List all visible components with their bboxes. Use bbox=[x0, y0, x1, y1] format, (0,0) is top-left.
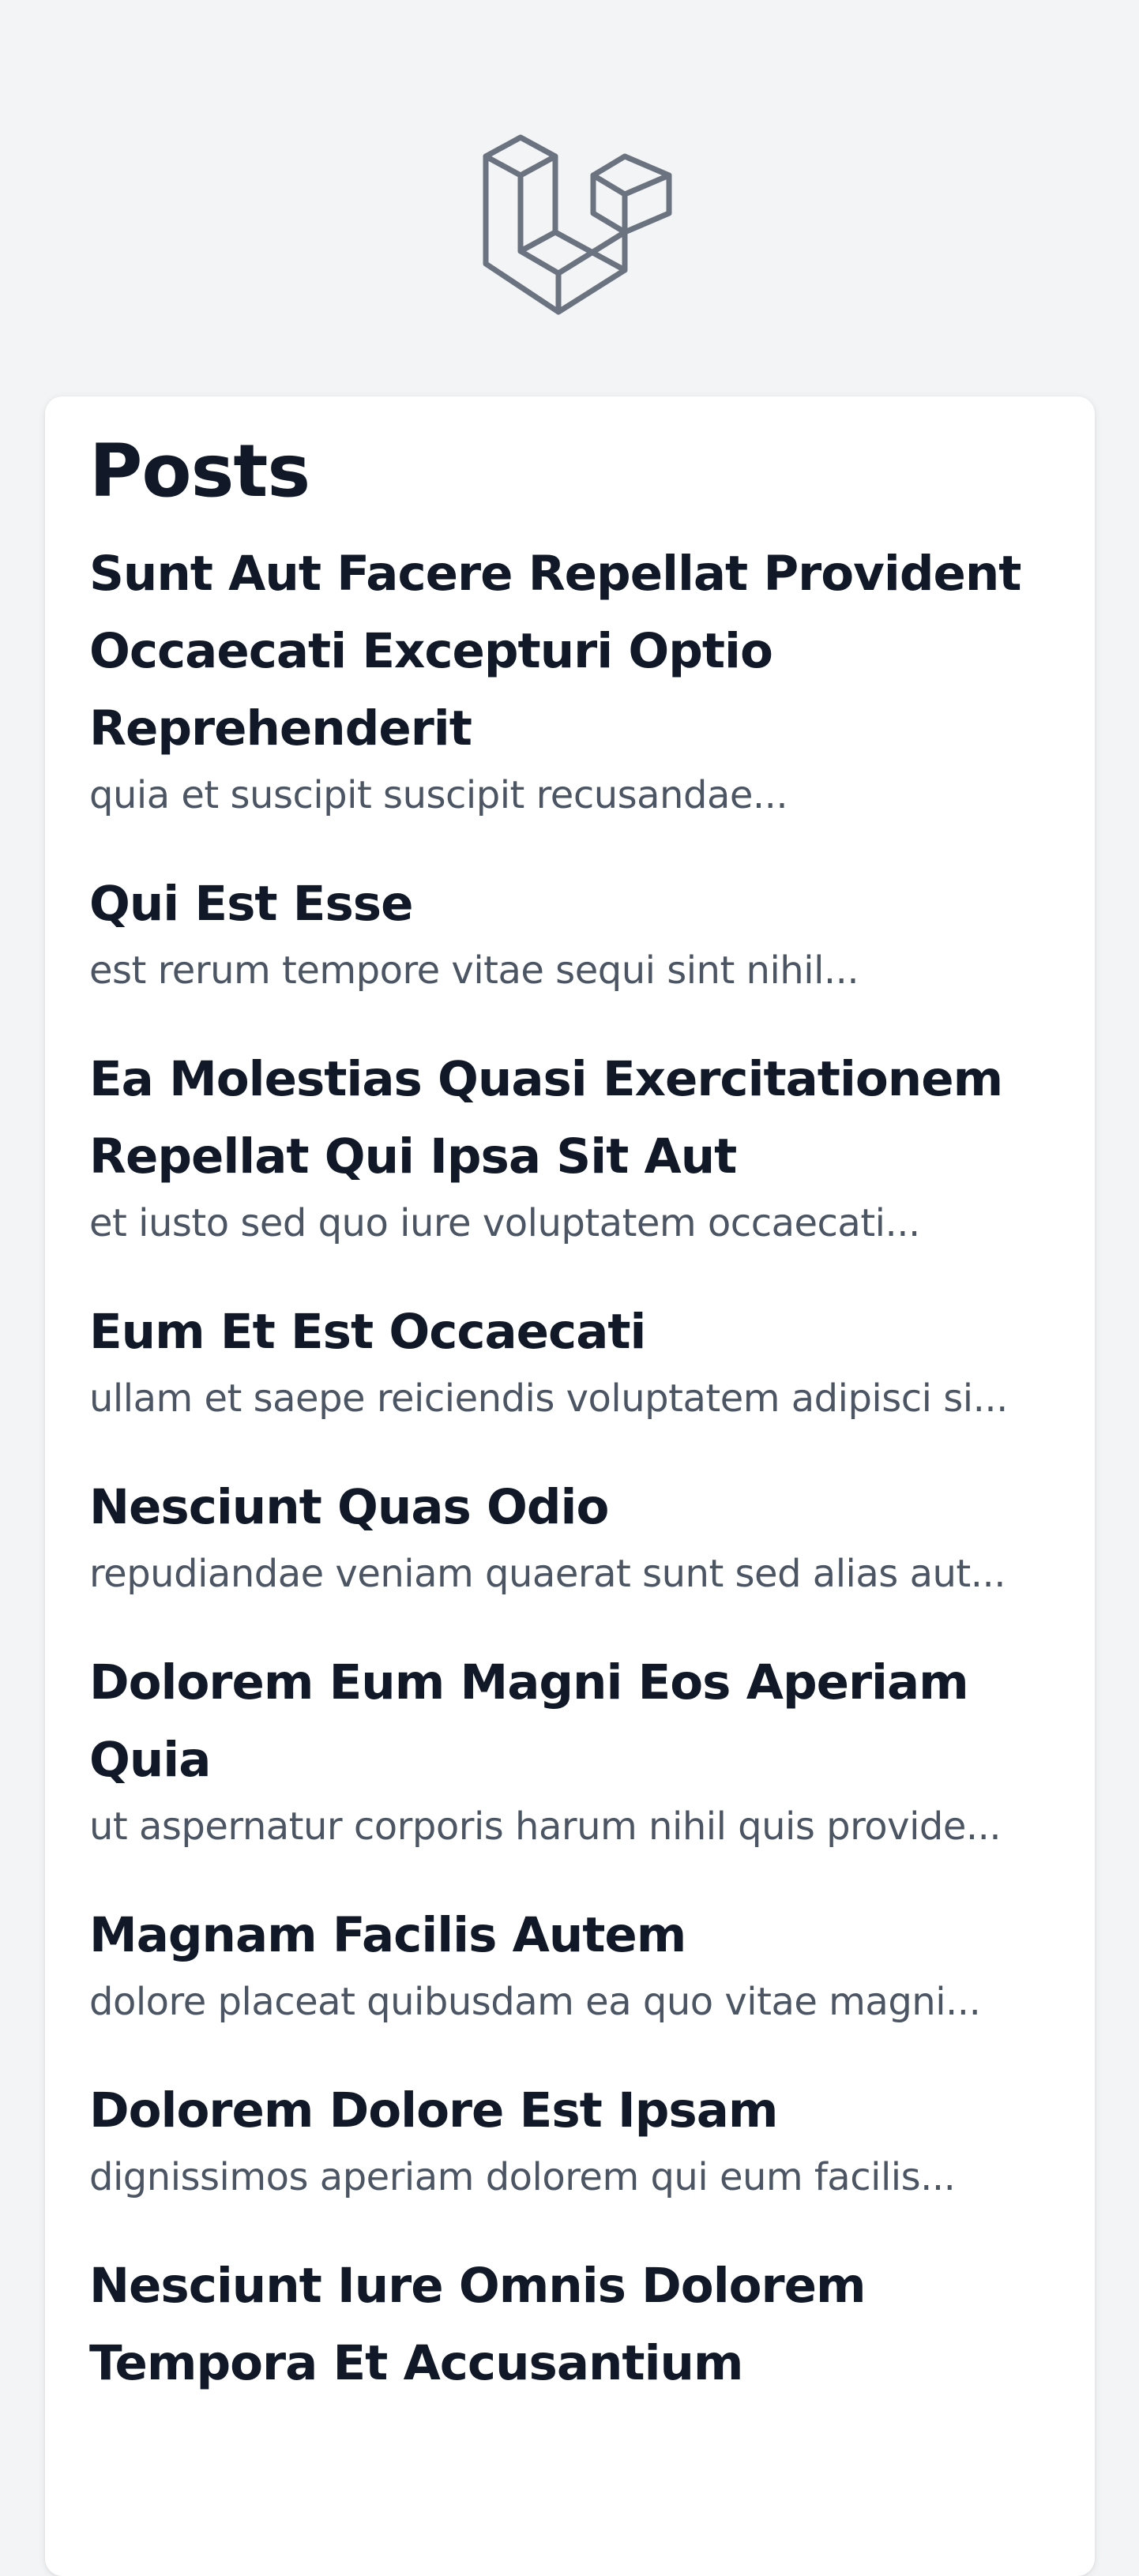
post-item: Dolorem Dolore Est Ipsam dignissimos aper… bbox=[89, 2072, 1051, 2205]
post-item: Qui Est Esse est rerum tempore vitae sequ… bbox=[89, 866, 1051, 998]
post-title-link[interactable]: Qui Est Esse bbox=[89, 866, 1051, 943]
post-item: Eum Et Est Occaecati ullam et saepe reici… bbox=[89, 1294, 1051, 1426]
post-item: Nesciunt Quas Odio repudiandae veniam qua… bbox=[89, 1469, 1051, 1602]
post-excerpt: ut aspernatur corporis harum nihil quis … bbox=[89, 1804, 1002, 1849]
post-excerpt: dolore placeat quibusdam ea quo vitae ma… bbox=[89, 1980, 981, 2024]
page-title: Posts bbox=[89, 429, 310, 513]
post-title-link[interactable]: Ea Molestias Quasi Exercitationem Repell… bbox=[89, 1041, 1051, 1196]
post-title-link[interactable]: Nesciunt Iure Omnis Dolorem Tempora Et A… bbox=[89, 2247, 1051, 2402]
post-excerpt: repudiandae veniam quaerat sunt sed alia… bbox=[89, 1552, 1006, 1596]
post-title-link[interactable]: Nesciunt Quas Odio bbox=[89, 1469, 1051, 1546]
posts-list: Sunt Aut Facere Repellat Provident Occae… bbox=[89, 535, 1051, 2402]
post-excerpt: est rerum tempore vitae sequi sint nihil… bbox=[89, 948, 859, 993]
post-title-link[interactable]: Eum Et Est Occaecati bbox=[89, 1294, 1051, 1371]
laravel-logo-icon[interactable] bbox=[483, 122, 673, 318]
post-item: Magnam Facilis Autem dolore placeat quibu… bbox=[89, 1897, 1051, 2030]
post-item: Ea Molestias Quasi Exercitationem Repell… bbox=[89, 1041, 1051, 1251]
logo-header bbox=[0, 0, 1139, 396]
post-title-link[interactable]: Magnam Facilis Autem bbox=[89, 1897, 1051, 1974]
post-item: Dolorem Eum Magni Eos Aperiam Quia ut asp… bbox=[89, 1644, 1051, 1854]
post-excerpt: dignissimos aperiam dolorem qui eum faci… bbox=[89, 2155, 956, 2199]
post-item: Nesciunt Iure Omnis Dolorem Tempora Et A… bbox=[89, 2247, 1051, 2402]
post-title-link[interactable]: Sunt Aut Facere Repellat Provident Occae… bbox=[89, 535, 1051, 768]
post-item: Sunt Aut Facere Repellat Provident Occae… bbox=[89, 535, 1051, 823]
posts-card: Posts Sunt Aut Facere Repellat Provident… bbox=[45, 396, 1095, 2576]
post-title-link[interactable]: Dolorem Dolore Est Ipsam bbox=[89, 2072, 1051, 2150]
post-title-link[interactable]: Dolorem Eum Magni Eos Aperiam Quia bbox=[89, 1644, 1051, 1799]
post-excerpt: et iusto sed quo iure voluptatem occaeca… bbox=[89, 1201, 920, 1245]
post-excerpt: quia et suscipit suscipit recusandae... bbox=[89, 773, 788, 817]
post-excerpt: ullam et saepe reiciendis voluptatem adi… bbox=[89, 1376, 1008, 1421]
